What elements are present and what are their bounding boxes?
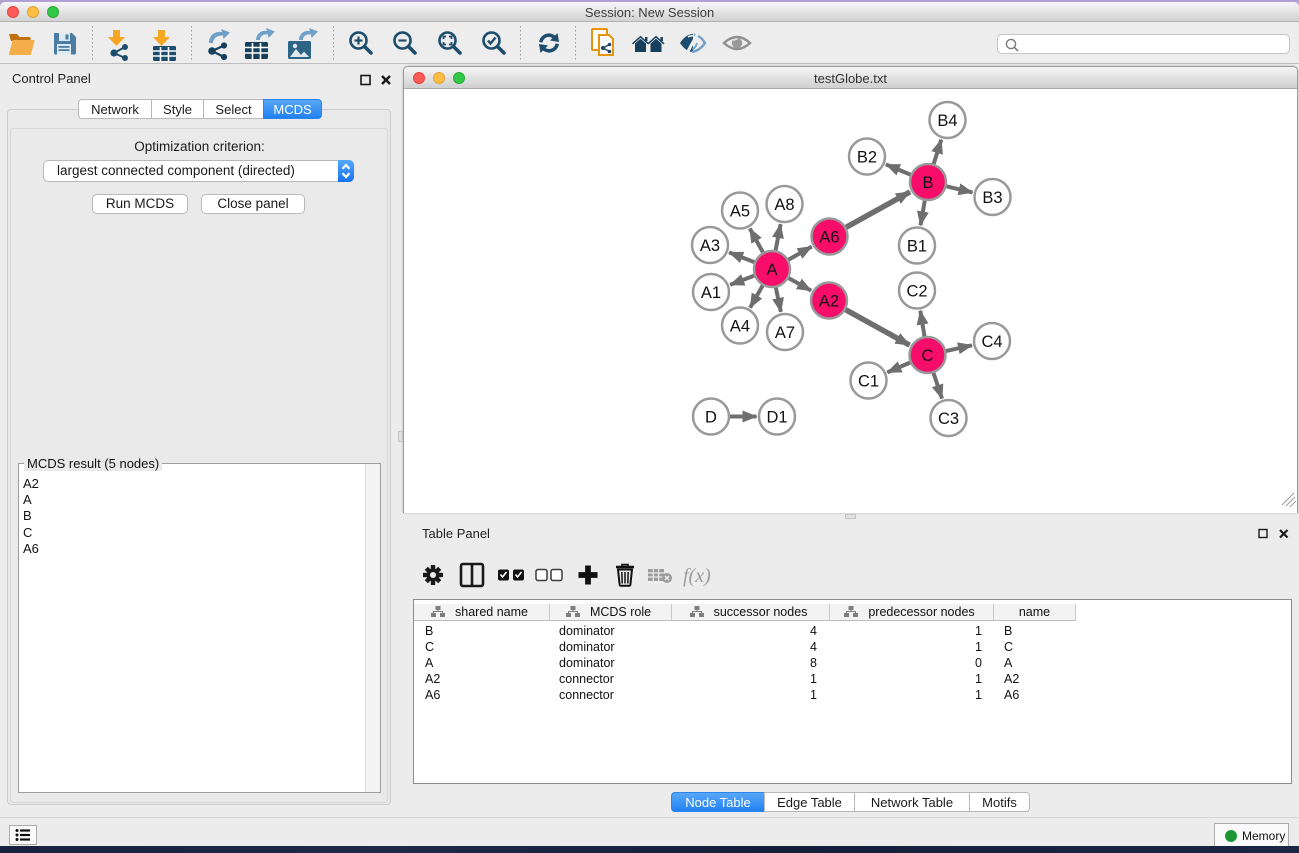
svg-text:A: A: [766, 261, 777, 279]
svg-text:C: C: [922, 347, 934, 365]
svg-text:A4: A4: [730, 318, 750, 336]
svg-text:f(x): f(x): [683, 565, 711, 587]
svg-text:A8: A8: [774, 196, 794, 214]
svg-text:A5: A5: [730, 203, 750, 221]
svg-text:B4: B4: [937, 112, 957, 130]
svg-text:C1: C1: [858, 373, 879, 391]
svg-text:C2: C2: [906, 283, 927, 301]
svg-text:B: B: [922, 174, 933, 192]
svg-text:D: D: [705, 409, 717, 427]
svg-text:B2: B2: [857, 149, 877, 167]
svg-text:B1: B1: [907, 238, 927, 256]
svg-text:C3: C3: [938, 410, 959, 428]
svg-text:A3: A3: [700, 237, 720, 255]
svg-text:B3: B3: [982, 189, 1002, 207]
svg-text:D1: D1: [766, 409, 787, 427]
svg-text:A2: A2: [819, 293, 839, 311]
svg-text:A6: A6: [819, 229, 839, 247]
svg-text:A7: A7: [775, 324, 795, 342]
svg-text:C4: C4: [981, 333, 1002, 351]
svg-text:A1: A1: [701, 284, 721, 302]
